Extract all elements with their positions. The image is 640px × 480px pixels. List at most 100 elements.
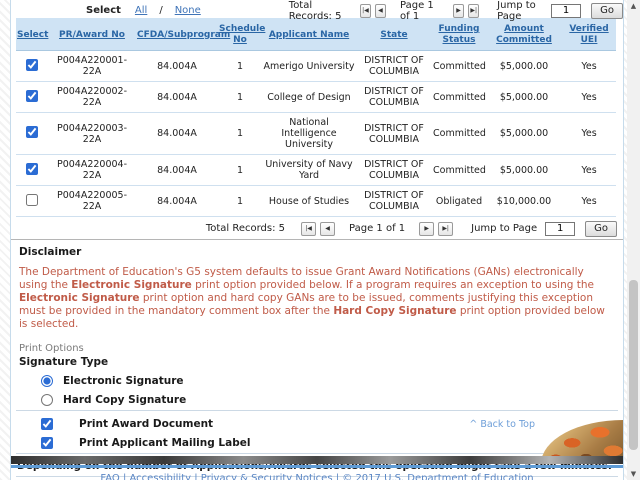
row-select-checkbox[interactable] xyxy=(26,126,38,138)
print-award-option: Print Award Document xyxy=(41,418,623,430)
table-row: P004A220002-22A 84.004A 1 College of Des… xyxy=(16,82,616,113)
header-cfda-subprogram[interactable]: CFDA/Subprogram xyxy=(136,19,218,51)
cell-schedule-no: 1 xyxy=(218,186,262,217)
disclaimer-bold-electronic-signature: Electronic Signature xyxy=(71,279,192,291)
cell-funding-status: Obligated xyxy=(432,186,486,217)
disclaimer-bold-electronic-signature: Electronic Signature xyxy=(19,292,140,304)
divider xyxy=(16,453,618,454)
row-select-checkbox[interactable] xyxy=(26,59,38,71)
cell-amount-committed: $5,000.00 xyxy=(486,82,562,113)
footer-accent-line xyxy=(11,465,623,468)
disclaimer-bold-hard-copy-signature: Hard Copy Signature xyxy=(333,305,456,317)
cell-verified-uei: Yes xyxy=(562,82,616,113)
cell-state: DISTRICT OF COLUMBIA xyxy=(356,186,432,217)
first-page-button[interactable]: |◀ xyxy=(301,222,316,236)
table-header-row: Select PR/Award No CFDA/Subprogram Sched… xyxy=(16,19,616,51)
cell-verified-uei: Yes xyxy=(562,51,616,82)
hard-copy-signature-option: Hard Copy Signature xyxy=(41,394,623,406)
table-row: P004A220003-22A 84.004A 1 National Intel… xyxy=(16,113,616,155)
disclaimer-segment: print option provided below. If a progra… xyxy=(192,279,594,291)
cell-cfda: 84.004A xyxy=(136,186,218,217)
jump-to-page-label: Jump to Page xyxy=(471,223,537,234)
jump-to-page-input[interactable] xyxy=(545,222,575,236)
cell-applicant-name: House of Studies xyxy=(262,186,356,217)
row-select-checkbox[interactable] xyxy=(26,90,38,102)
go-button[interactable]: Go xyxy=(585,221,617,237)
next-page-icon: ▶ xyxy=(424,225,429,232)
prev-page-icon: ◀ xyxy=(378,7,383,14)
header-state[interactable]: State xyxy=(356,19,432,51)
last-page-icon: ▶| xyxy=(470,7,477,14)
header-applicant-name[interactable]: Applicant Name xyxy=(262,19,356,51)
row-select-checkbox[interactable] xyxy=(26,194,38,206)
cell-state: DISTRICT OF COLUMBIA xyxy=(356,51,432,82)
divider xyxy=(11,239,623,240)
cell-applicant-name: College of Design xyxy=(262,82,356,113)
row-select-checkbox[interactable] xyxy=(26,163,38,175)
print-award-checkbox[interactable] xyxy=(41,418,53,430)
header-pr-award-no[interactable]: PR/Award No xyxy=(48,19,136,51)
cell-pr-award-no: P004A220004-22A xyxy=(48,155,136,186)
scroll-down-icon[interactable]: ▼ xyxy=(627,468,640,480)
content-area: Select All / None Total Records: 5 |◀ ◀ … xyxy=(10,0,624,480)
electronic-signature-label[interactable]: Electronic Signature xyxy=(63,375,184,387)
hard-copy-signature-radio[interactable] xyxy=(41,394,53,406)
select-all-link[interactable]: All xyxy=(135,5,147,16)
print-award-label[interactable]: Print Award Document xyxy=(79,418,213,430)
cell-state: DISTRICT OF COLUMBIA xyxy=(356,155,432,186)
cell-amount-committed: $5,000.00 xyxy=(486,51,562,82)
cell-pr-award-no: P004A220002-22A xyxy=(48,82,136,113)
divider xyxy=(16,410,618,411)
print-mailing-label-option: Print Applicant Mailing Label xyxy=(41,437,623,449)
table-row: P004A220001-22A 84.004A 1 Amerigo Univer… xyxy=(16,51,616,82)
print-mailing-label-checkbox[interactable] xyxy=(41,437,53,449)
cell-funding-status: Committed xyxy=(432,51,486,82)
cell-funding-status: Committed xyxy=(432,82,486,113)
total-records: Total Records: 5 xyxy=(289,0,344,22)
hard-copy-signature-label[interactable]: Hard Copy Signature xyxy=(63,394,186,406)
back-to-top-link[interactable]: ^ Back to Top xyxy=(469,419,535,430)
header-funding-status[interactable]: Funding Status xyxy=(432,19,486,51)
prev-page-button[interactable]: ◀ xyxy=(320,222,335,236)
electronic-signature-radio[interactable] xyxy=(41,375,53,387)
cell-cfda: 84.004A xyxy=(136,82,218,113)
print-mailing-label-label[interactable]: Print Applicant Mailing Label xyxy=(79,437,250,449)
header-select[interactable]: Select xyxy=(16,19,48,51)
cell-verified-uei: Yes xyxy=(562,155,616,186)
table-row: P004A220004-22A 84.004A 1 University of … xyxy=(16,155,616,186)
first-page-button[interactable]: |◀ xyxy=(360,4,371,18)
pager-top: Select All / None Total Records: 5 |◀ ◀ … xyxy=(11,0,623,18)
cell-funding-status: Committed xyxy=(432,155,486,186)
prev-page-icon: ◀ xyxy=(325,225,330,232)
cell-amount-committed: $10,000.00 xyxy=(486,186,562,217)
pager-bottom: Total Records: 5 |◀ ◀ Page 1 of 1 ▶ ▶| J… xyxy=(11,217,623,237)
next-page-icon: ▶ xyxy=(456,7,461,14)
cell-verified-uei: Yes xyxy=(562,113,616,155)
header-verified-uei[interactable]: Verified UEI xyxy=(562,19,616,51)
jump-to-page-input[interactable] xyxy=(551,4,581,18)
first-page-icon: |◀ xyxy=(305,225,312,232)
total-records: Total Records: 5 xyxy=(206,223,285,234)
prev-page-button[interactable]: ◀ xyxy=(375,4,386,18)
header-schedule-no[interactable]: Schedule No xyxy=(218,19,262,51)
cell-funding-status: Committed xyxy=(432,113,486,155)
vertical-scrollbar[interactable]: ▲ ▼ xyxy=(627,0,640,480)
print-options-label: Print Options xyxy=(19,343,623,354)
last-page-button[interactable]: ▶| xyxy=(468,4,479,18)
scroll-up-icon[interactable]: ▲ xyxy=(627,0,640,12)
select-slash: / xyxy=(159,5,162,16)
scrollbar-thumb[interactable] xyxy=(629,280,638,450)
cell-schedule-no: 1 xyxy=(218,113,262,155)
go-button[interactable]: Go xyxy=(591,3,623,19)
header-amount-committed[interactable]: Amount Committed xyxy=(486,19,562,51)
cell-pr-award-no: P004A220003-22A xyxy=(48,113,136,155)
last-page-button[interactable]: ▶| xyxy=(438,222,453,236)
next-page-button[interactable]: ▶ xyxy=(453,4,464,18)
select-none-link[interactable]: None xyxy=(175,5,201,16)
cell-applicant-name: National Intelligence University xyxy=(262,113,356,155)
next-page-button[interactable]: ▶ xyxy=(419,222,434,236)
select-label: Select xyxy=(86,5,121,16)
cell-schedule-no: 1 xyxy=(218,155,262,186)
cell-schedule-no: 1 xyxy=(218,51,262,82)
disclaimer-text: The Department of Education's G5 system … xyxy=(19,266,613,331)
